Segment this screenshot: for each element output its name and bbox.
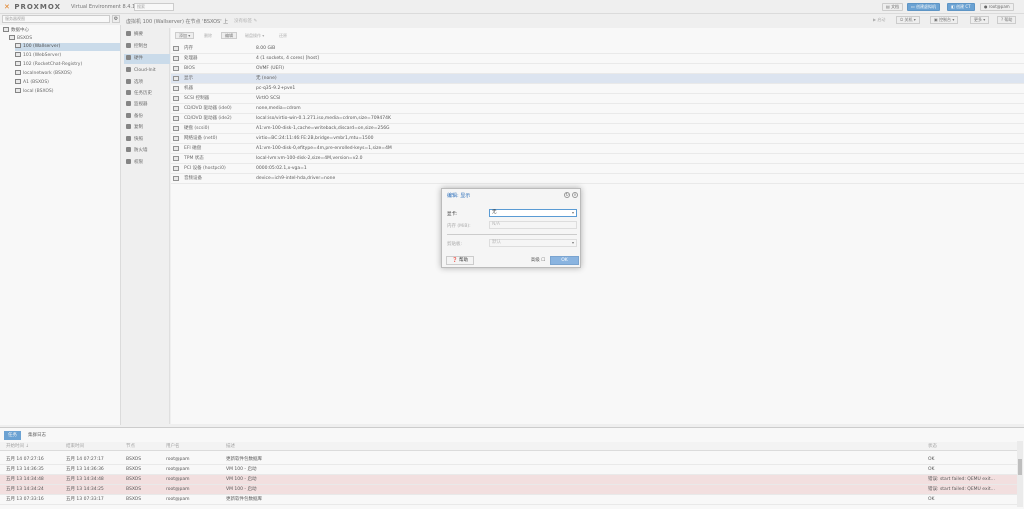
memory-field[interactable]: N/A: [489, 221, 577, 229]
display-select[interactable]: 无 ▾: [489, 209, 577, 217]
divider: [447, 234, 577, 235]
clipboard-label: 剪贴板:: [447, 242, 463, 247]
reset-icon[interactable]: ↻: [564, 192, 570, 198]
dialog-title: 编辑: 显示: [447, 193, 471, 199]
advanced-checkbox[interactable]: 高级 ☐: [526, 256, 550, 265]
clipboard-select[interactable]: 默认 ▾: [489, 239, 577, 247]
checkbox-icon: ☐: [541, 258, 546, 263]
ok-button[interactable]: OK: [550, 256, 579, 265]
question-icon: ❓: [451, 258, 458, 263]
dialog-help-button[interactable]: ❓ 帮助: [446, 256, 474, 265]
memory-label: 内存 (MiB):: [447, 224, 471, 229]
display-label: 显卡:: [447, 212, 458, 217]
chevron-down-icon: ▾: [571, 210, 574, 215]
close-icon[interactable]: ×: [572, 192, 578, 198]
chevron-down-icon: ▾: [571, 240, 574, 245]
edit-display-dialog: 编辑: 显示 ↻ × 显卡: 无 ▾ 内存 (MiB): N/A 剪贴板: 默认 ▾…: [441, 188, 581, 268]
